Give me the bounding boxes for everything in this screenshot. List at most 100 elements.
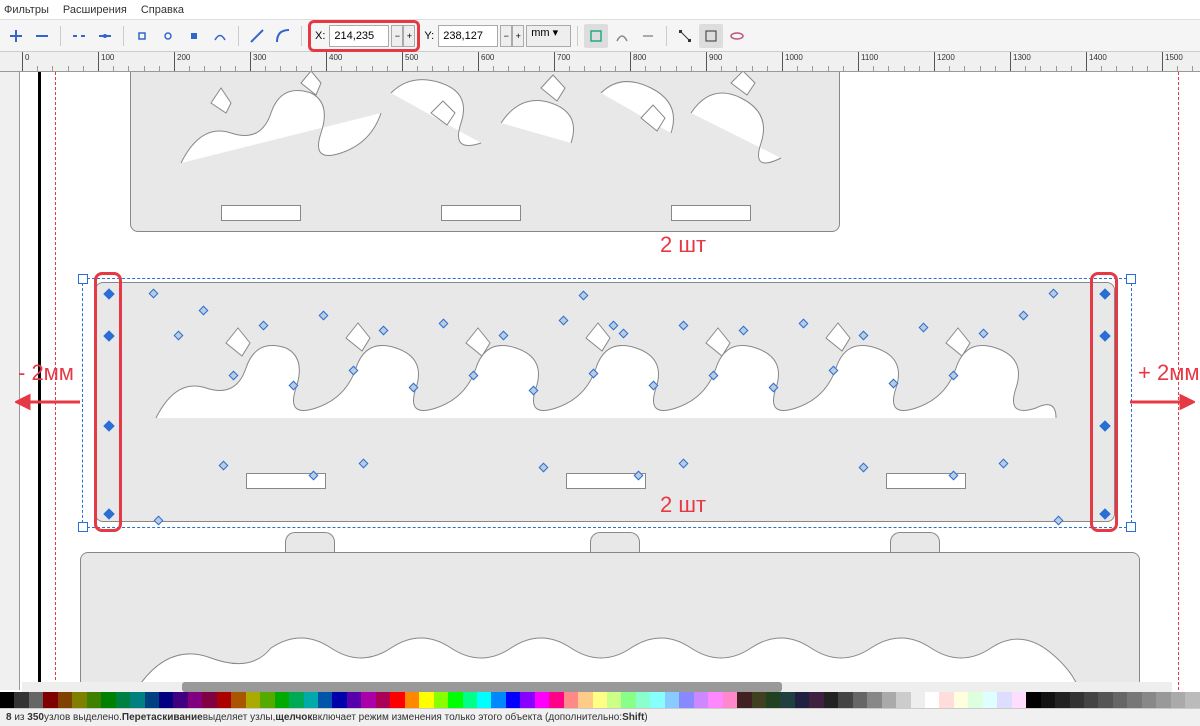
- color-swatch[interactable]: [87, 692, 101, 708]
- color-swatch[interactable]: [1084, 692, 1098, 708]
- color-swatch[interactable]: [968, 692, 982, 708]
- color-swatch[interactable]: [448, 692, 462, 708]
- color-swatch[interactable]: [694, 692, 708, 708]
- color-swatch[interactable]: [867, 692, 881, 708]
- color-swatch[interactable]: [911, 692, 925, 708]
- color-swatch[interactable]: [1026, 692, 1040, 708]
- color-swatch[interactable]: [231, 692, 245, 708]
- color-swatch[interactable]: [607, 692, 621, 708]
- horizontal-scrollbar[interactable]: [22, 682, 1172, 692]
- color-swatch[interactable]: [173, 692, 187, 708]
- color-swatch[interactable]: [72, 692, 86, 708]
- stroke-to-path-icon[interactable]: [610, 24, 634, 48]
- color-swatch[interactable]: [376, 692, 390, 708]
- color-swatch[interactable]: [708, 692, 722, 708]
- node-insert-icon[interactable]: [4, 24, 28, 48]
- color-swatch[interactable]: [752, 692, 766, 708]
- color-swatch[interactable]: [29, 692, 43, 708]
- node-join-icon[interactable]: [93, 24, 117, 48]
- color-swatch[interactable]: [58, 692, 72, 708]
- color-swatch[interactable]: [723, 692, 737, 708]
- color-swatch[interactable]: [43, 692, 57, 708]
- color-swatch[interactable]: [1156, 692, 1170, 708]
- unit-selector[interactable]: mm ▾: [526, 25, 571, 47]
- color-swatch[interactable]: [679, 692, 693, 708]
- segment-curve-icon[interactable]: [271, 24, 295, 48]
- color-swatch[interactable]: [188, 692, 202, 708]
- color-swatch[interactable]: [289, 692, 303, 708]
- design-panel-bottom[interactable]: [80, 552, 1140, 690]
- color-swatch[interactable]: [896, 692, 910, 708]
- color-swatch[interactable]: [434, 692, 448, 708]
- color-swatch[interactable]: [246, 692, 260, 708]
- color-swatch[interactable]: [1055, 692, 1069, 708]
- color-swatch[interactable]: [853, 692, 867, 708]
- color-swatch[interactable]: [1185, 692, 1199, 708]
- ruler-horizontal[interactable]: 0100200300400500600700800900100011001200…: [0, 52, 1200, 72]
- color-swatch[interactable]: [1113, 692, 1127, 708]
- y-input[interactable]: [438, 25, 498, 47]
- color-swatch[interactable]: [260, 692, 274, 708]
- color-swatch[interactable]: [1142, 692, 1156, 708]
- color-swatch[interactable]: [390, 692, 404, 708]
- color-swatch[interactable]: [347, 692, 361, 708]
- color-swatch[interactable]: [14, 692, 28, 708]
- menu-filters[interactable]: Фильтры: [4, 4, 49, 16]
- object-to-path-icon[interactable]: [584, 24, 608, 48]
- color-swatch[interactable]: [564, 692, 578, 708]
- color-swatch[interactable]: [361, 692, 375, 708]
- y-increment[interactable]: +: [512, 25, 524, 47]
- canvas[interactable]: 2 шт 2 шт: [20, 72, 1200, 690]
- color-swatch[interactable]: [578, 692, 592, 708]
- color-swatch[interactable]: [549, 692, 563, 708]
- color-swatch[interactable]: [766, 692, 780, 708]
- color-swatch[interactable]: [1012, 692, 1026, 708]
- transform-icon[interactable]: [725, 24, 749, 48]
- color-swatch[interactable]: [882, 692, 896, 708]
- node-smooth-icon[interactable]: [156, 24, 180, 48]
- color-swatch[interactable]: [780, 692, 794, 708]
- ruler-vertical[interactable]: [0, 72, 20, 690]
- color-swatch[interactable]: [1070, 692, 1084, 708]
- node-corner-icon[interactable]: [130, 24, 154, 48]
- color-swatch[interactable]: [130, 692, 144, 708]
- color-swatch[interactable]: [665, 692, 679, 708]
- show-handles-icon[interactable]: [673, 24, 697, 48]
- color-swatch[interactable]: [737, 692, 751, 708]
- color-swatch[interactable]: [824, 692, 838, 708]
- color-swatch[interactable]: [939, 692, 953, 708]
- color-swatch[interactable]: [332, 692, 346, 708]
- color-swatch[interactable]: [116, 692, 130, 708]
- color-swatch[interactable]: [304, 692, 318, 708]
- color-swatch[interactable]: [491, 692, 505, 708]
- color-swatch[interactable]: [650, 692, 664, 708]
- node-break-icon[interactable]: [67, 24, 91, 48]
- color-swatch[interactable]: [636, 692, 650, 708]
- selection-handle[interactable]: [1126, 274, 1136, 284]
- show-outline-icon[interactable]: [699, 24, 723, 48]
- color-swatch[interactable]: [217, 692, 231, 708]
- color-swatch[interactable]: [145, 692, 159, 708]
- flatten-icon[interactable]: [636, 24, 660, 48]
- color-swatch[interactable]: [159, 692, 173, 708]
- color-swatch[interactable]: [593, 692, 607, 708]
- menu-extensions[interactable]: Расширения: [63, 4, 127, 16]
- color-swatch[interactable]: [0, 692, 14, 708]
- scrollbar-thumb[interactable]: [182, 682, 782, 692]
- menu-help[interactable]: Справка: [141, 4, 184, 16]
- color-swatch[interactable]: [954, 692, 968, 708]
- color-swatch[interactable]: [535, 692, 549, 708]
- color-swatch[interactable]: [925, 692, 939, 708]
- color-swatch[interactable]: [463, 692, 477, 708]
- x-input[interactable]: [329, 25, 389, 47]
- color-swatch[interactable]: [795, 692, 809, 708]
- node-symmetric-icon[interactable]: [182, 24, 206, 48]
- color-swatch[interactable]: [1171, 692, 1185, 708]
- node-delete-icon[interactable]: [30, 24, 54, 48]
- color-swatch[interactable]: [275, 692, 289, 708]
- design-panel-top[interactable]: [130, 72, 840, 232]
- color-swatch[interactable]: [983, 692, 997, 708]
- color-swatch[interactable]: [838, 692, 852, 708]
- color-swatch[interactable]: [1127, 692, 1141, 708]
- color-swatch[interactable]: [520, 692, 534, 708]
